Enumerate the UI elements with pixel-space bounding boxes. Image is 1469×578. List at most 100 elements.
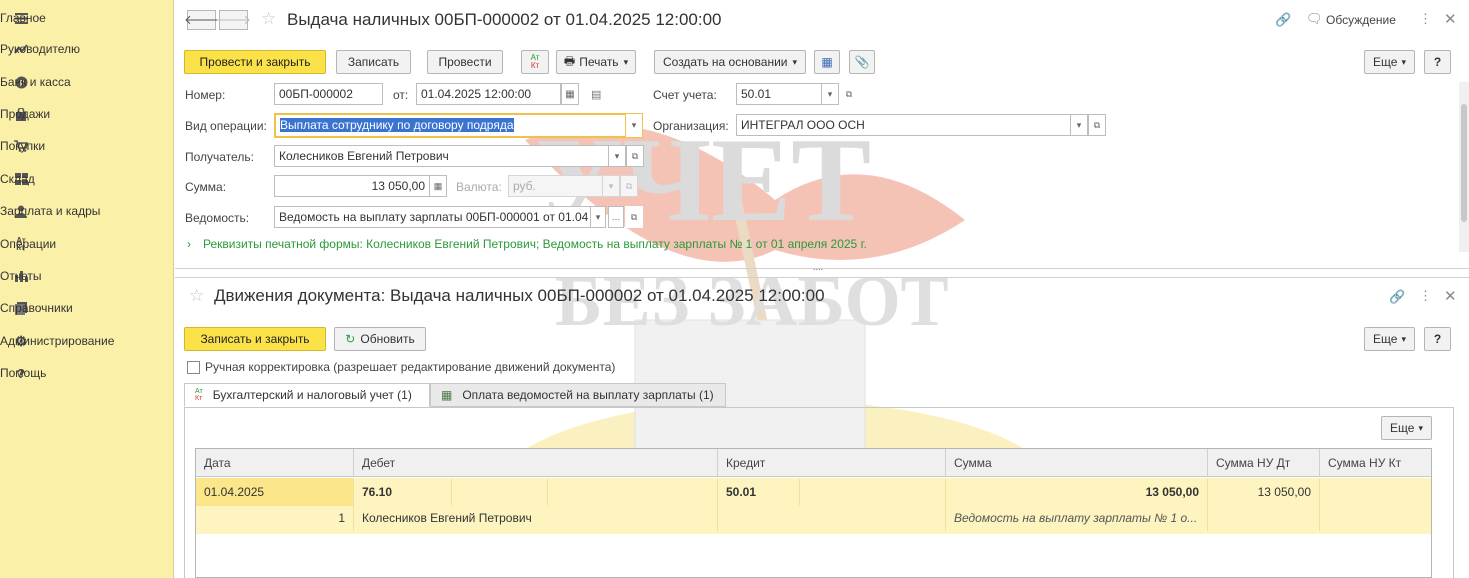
- sidebar-item-help[interactable]: ? Помощь: [0, 361, 174, 385]
- more-vert-icon[interactable]: ⋮: [1419, 11, 1432, 27]
- sidebar-item-purchases[interactable]: Покупки: [0, 134, 174, 158]
- history-icon[interactable]: ▤: [591, 88, 601, 101]
- discussion-link[interactable]: Обсуждение: [1326, 13, 1396, 27]
- organization-dropdown-button[interactable]: ▾: [1070, 114, 1088, 136]
- arrow-right-icon: 🡒: [216, 12, 251, 27]
- sidebar-item-warehouse[interactable]: Склад: [0, 167, 174, 191]
- close-icon[interactable]: ✕: [1444, 10, 1457, 28]
- refresh-button[interactable]: ↻ Обновить: [334, 327, 426, 351]
- post-and-close-button[interactable]: Провести и закрыть: [184, 50, 326, 74]
- tab-salary-statements[interactable]: ▦ Оплата ведомостей на выплату зарплаты …: [430, 383, 726, 407]
- structure-icon: ▦: [821, 55, 833, 69]
- currency-dropdown-button[interactable]: ▾: [602, 175, 620, 197]
- sidebar-item-label: Отчеты: [0, 269, 42, 283]
- operation-dropdown-button[interactable]: ▾: [625, 113, 643, 138]
- print-form-details-link[interactable]: Реквизиты печатной формы: Колесников Евг…: [203, 237, 867, 251]
- statement-field[interactable]: Ведомость на выплату зарплаты 00БП-00000…: [274, 206, 591, 228]
- account-field[interactable]: 50.01: [736, 83, 822, 105]
- sidebar-item-bank[interactable]: ₽ Банк и касса: [0, 70, 174, 94]
- link-icon[interactable]: 🔗: [1389, 289, 1405, 305]
- forward-button[interactable]: 🡒: [216, 10, 251, 30]
- recipient-open-button[interactable]: ⧉: [626, 145, 644, 167]
- print-button[interactable]: 🖶 Печать ▾: [556, 50, 636, 74]
- favorite-star-icon[interactable]: ☆: [261, 9, 276, 29]
- sidebar-item-manager[interactable]: Руководителю: [0, 37, 174, 61]
- structure-button[interactable]: ▦: [814, 50, 840, 74]
- sidebar-item-main[interactable]: Главное: [0, 6, 174, 30]
- manual-correction-checkbox[interactable]: [187, 361, 200, 374]
- sidebar-item-catalogs[interactable]: Справочники: [0, 296, 174, 320]
- currency-field[interactable]: руб.: [508, 175, 603, 197]
- column-header-credit[interactable]: Кредит: [718, 449, 946, 477]
- create-based-label: Создать на основании: [662, 55, 788, 69]
- sidebar-item-sales[interactable]: Продажи: [0, 102, 174, 126]
- open-icon: ⧉: [631, 150, 639, 161]
- more-button[interactable]: Еще ▾: [1364, 327, 1415, 351]
- column-header-debit[interactable]: Дебет: [354, 449, 718, 477]
- more-vert-icon[interactable]: ⋮: [1419, 288, 1432, 304]
- more-label: Еще: [1373, 332, 1398, 346]
- column-header-sum[interactable]: Сумма: [946, 449, 1208, 477]
- calendar-button[interactable]: ▦: [561, 83, 579, 105]
- save-and-close-button[interactable]: Записать и закрыть: [184, 327, 326, 351]
- table-more-button[interactable]: Еще ▾: [1381, 416, 1432, 440]
- sum-label: Сумма:: [185, 180, 227, 194]
- scrollbar-thumb[interactable]: [1461, 104, 1467, 222]
- chevron-down-icon: ▾: [827, 88, 833, 99]
- statement-dropdown-button[interactable]: ▾: [590, 206, 606, 228]
- table-icon: ▦: [441, 388, 453, 402]
- cell-debit-sub2: [548, 479, 718, 505]
- column-header-date[interactable]: Дата: [196, 449, 354, 477]
- discussion-icon[interactable]: 🗨: [1306, 11, 1323, 27]
- post-button[interactable]: Провести: [427, 50, 503, 74]
- help-button[interactable]: ?: [1424, 327, 1451, 351]
- more-label: Еще: [1390, 421, 1415, 435]
- close-icon[interactable]: ✕: [1444, 287, 1457, 305]
- dropdown-arrow-icon: ▾: [1418, 422, 1423, 433]
- help-button[interactable]: ?: [1424, 50, 1451, 74]
- operation-label: Вид операции:: [185, 119, 267, 133]
- sidebar-item-reports[interactable]: Отчеты: [0, 264, 174, 288]
- statement-label: Ведомость:: [185, 211, 250, 225]
- create-based-on-button[interactable]: Создать на основании ▾: [654, 50, 806, 74]
- recipient-field[interactable]: Колесников Евгений Петрович: [274, 145, 609, 167]
- operation-type-field[interactable]: Выплата сотруднику по договору подряда: [274, 113, 627, 138]
- save-button[interactable]: Записать: [336, 50, 411, 74]
- date-field[interactable]: 01.04.2025 12:00:00: [416, 83, 561, 105]
- paperclip-icon: 📎: [854, 55, 870, 69]
- splitter-handle-icon[interactable]: ....: [813, 262, 823, 272]
- sidebar-item-operations[interactable]: Ат Кт Операции: [0, 232, 174, 256]
- dt-kt-button[interactable]: Ат Кт: [521, 50, 549, 74]
- statement-select-button[interactable]: …: [608, 206, 624, 228]
- attach-button[interactable]: 📎: [849, 50, 875, 74]
- link-icon[interactable]: 🔗: [1275, 12, 1291, 28]
- cell-sum: 13 050,00: [946, 479, 1208, 505]
- sidebar-item-admin[interactable]: ⚙ Администрирование: [0, 329, 174, 353]
- cell-credit: 50.01: [718, 479, 800, 505]
- number-field[interactable]: 00БП-000002: [274, 83, 383, 105]
- favorite-star-icon[interactable]: ☆: [189, 286, 204, 306]
- more-button[interactable]: Еще ▾: [1364, 50, 1415, 74]
- organization-field[interactable]: ИНТЕГРАЛ ООО ОСН: [736, 114, 1071, 136]
- tab-accounting[interactable]: Ат Кт Бухгалтерский и налоговый учет (1): [184, 383, 430, 407]
- page-title: Выдача наличных 00БП-000002 от 01.04.202…: [287, 10, 722, 29]
- recipient-dropdown-button[interactable]: ▾: [608, 145, 626, 167]
- expand-chevron-icon[interactable]: ›: [187, 237, 191, 251]
- account-dropdown-button[interactable]: ▾: [821, 83, 839, 105]
- open-icon: ⧉: [630, 211, 638, 222]
- column-header-sum-nu-dt[interactable]: Сумма НУ Дт: [1208, 449, 1320, 477]
- column-header-sum-nu-kt[interactable]: Сумма НУ Кт: [1320, 449, 1431, 477]
- cell-content: Ведомость на выплату зарплаты № 1 о...: [946, 505, 1208, 531]
- statement-open-button[interactable]: ⧉: [625, 206, 643, 228]
- calculator-icon: ▦: [433, 180, 443, 191]
- organization-open-button[interactable]: ⧉: [1088, 114, 1106, 136]
- movements-table[interactable]: Дата Дебет Кредит Сумма Сумма НУ Дт Сумм…: [195, 448, 1432, 578]
- sum-field[interactable]: 13 050,00: [274, 175, 430, 197]
- sidebar-item-salary[interactable]: Зарплата и кадры: [0, 199, 174, 223]
- back-button[interactable]: 🡐: [184, 10, 219, 30]
- document-scrollbar[interactable]: [1459, 82, 1469, 252]
- cell-credit-sub: [800, 479, 946, 505]
- calculator-button[interactable]: ▦: [429, 175, 447, 197]
- account-open-button[interactable]: ⧉: [840, 83, 858, 105]
- currency-open-button[interactable]: ⧉: [620, 175, 638, 197]
